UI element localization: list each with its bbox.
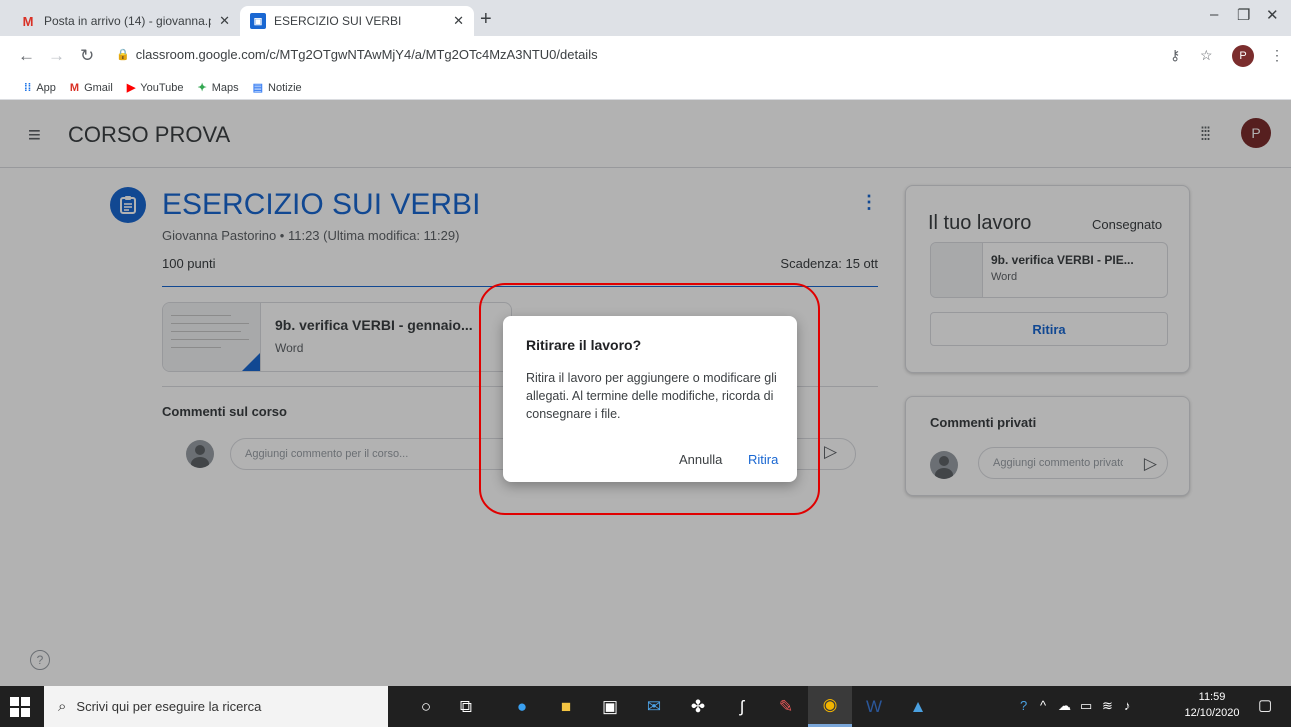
edge-icon[interactable]: ● [500, 686, 544, 727]
store-icon[interactable]: ▣ [588, 686, 632, 727]
battery-icon[interactable]: ▭ [1080, 698, 1092, 714]
onedrive-icon[interactable]: ☁ [1058, 698, 1071, 714]
taskbar-search-placeholder: Scrivi qui per eseguire la ricerca [76, 699, 262, 714]
word-icon[interactable]: W [852, 686, 896, 727]
app-s-icon[interactable]: ʃ [720, 686, 764, 727]
forward-icon[interactable]: → [48, 46, 65, 66]
reload-icon[interactable]: ↻ [80, 46, 94, 66]
tab-title: ESERCIZIO SUI VERBI [274, 14, 402, 28]
bookmark-maps[interactable]: ✦ Maps [197, 81, 239, 95]
tab-classroom[interactable]: ▣ ESERCIZIO SUI VERBI ✕ [240, 6, 474, 36]
close-tab-icon[interactable]: ✕ [453, 13, 464, 29]
file-explorer-icon[interactable]: ■ [544, 686, 588, 727]
windows-taskbar: ⌕ Scrivi qui per eseguire la ricerca ○ ⧉… [0, 686, 1291, 727]
lock-icon: 🔒 [116, 49, 130, 61]
bookmark-youtube[interactable]: ▶ YouTube [126, 81, 184, 95]
maps-icon: ✦ [197, 82, 207, 94]
dropbox-icon[interactable]: ✤ [676, 686, 720, 727]
cortana-icon[interactable]: ○ [404, 686, 448, 727]
windows-start-icon[interactable] [10, 697, 30, 717]
minimize-icon[interactable]: – [1210, 6, 1218, 23]
youtube-icon: ▶ [126, 82, 136, 94]
url-text: classroom.google.com/c/MTg2OTgwNTAwMjY4/… [135, 47, 598, 62]
volume-icon[interactable]: ♪ [1124, 698, 1131, 713]
new-tab-button[interactable]: + [480, 8, 492, 31]
clock-date: 12/10/2020 [1184, 707, 1240, 719]
system-clock[interactable]: 11:59 12/10/2020 [1180, 689, 1244, 721]
notification-icon[interactable]: ▢ [1258, 696, 1272, 714]
photos-icon[interactable]: ▲ [896, 686, 940, 727]
apps-grid-icon: ⁞⁞ [24, 81, 32, 94]
bookmark-star-icon[interactable]: ☆ [1200, 47, 1213, 64]
key-icon[interactable]: ⚷ [1170, 47, 1180, 64]
paint-icon[interactable]: ✎ [764, 686, 808, 727]
red-highlight-circle [479, 283, 820, 515]
task-view-icon[interactable]: ⧉ [444, 686, 488, 727]
bookmark-gmail[interactable]: M Gmail [70, 82, 113, 94]
back-icon[interactable]: ← [18, 46, 35, 66]
gmail-icon: M [22, 13, 34, 29]
close-window-icon[interactable]: ✕ [1266, 6, 1279, 24]
tab-title: Posta in arrivo (14) - giovanna.pa [44, 14, 212, 28]
bookmark-label: YouTube [140, 81, 184, 94]
classroom-icon: ▣ [250, 13, 266, 29]
bookmarks-bar: ⁞⁞ App M Gmail ▶ YouTube ✦ Maps ▤ Notizi… [0, 76, 1291, 100]
bookmark-label: Notizie [268, 81, 302, 94]
close-tab-icon[interactable]: ✕ [219, 13, 230, 29]
news-icon: ▤ [252, 82, 264, 94]
chrome-icon[interactable]: ◉ [808, 686, 852, 727]
clock-time: 11:59 [1198, 691, 1226, 703]
bookmark-notizie[interactable]: ▤ Notizie [252, 81, 302, 95]
bookmark-label: Gmail [84, 81, 113, 94]
menu-kebab-icon[interactable]: ⋮ [1270, 47, 1284, 64]
gmail-icon: M [69, 81, 80, 94]
bookmark-label: App [36, 81, 56, 94]
wifi-icon[interactable]: ≋ [1102, 698, 1113, 714]
chevron-up-icon[interactable]: ^ [1040, 698, 1046, 713]
bookmark-app[interactable]: ⁞⁞ App [24, 82, 56, 94]
profile-avatar[interactable]: P [1232, 45, 1254, 67]
address-bar[interactable]: 🔒 classroom.google.com/c/MTg2OTgwNTAwMjY… [116, 47, 598, 62]
mail-icon[interactable]: ✉ [632, 686, 676, 727]
search-icon: ⌕ [58, 698, 67, 715]
tab-gmail[interactable]: M Posta in arrivo (14) - giovanna.pa ✕ [10, 6, 240, 36]
maximize-icon[interactable]: ❐ [1237, 6, 1250, 24]
help-tray-icon[interactable]: ? [1020, 698, 1027, 713]
browser-tab-bar: M Posta in arrivo (14) - giovanna.pa ✕ ▣… [0, 0, 1291, 36]
bookmark-label: Maps [211, 81, 239, 94]
taskbar-search[interactable]: ⌕ Scrivi qui per eseguire la ricerca [44, 686, 388, 727]
